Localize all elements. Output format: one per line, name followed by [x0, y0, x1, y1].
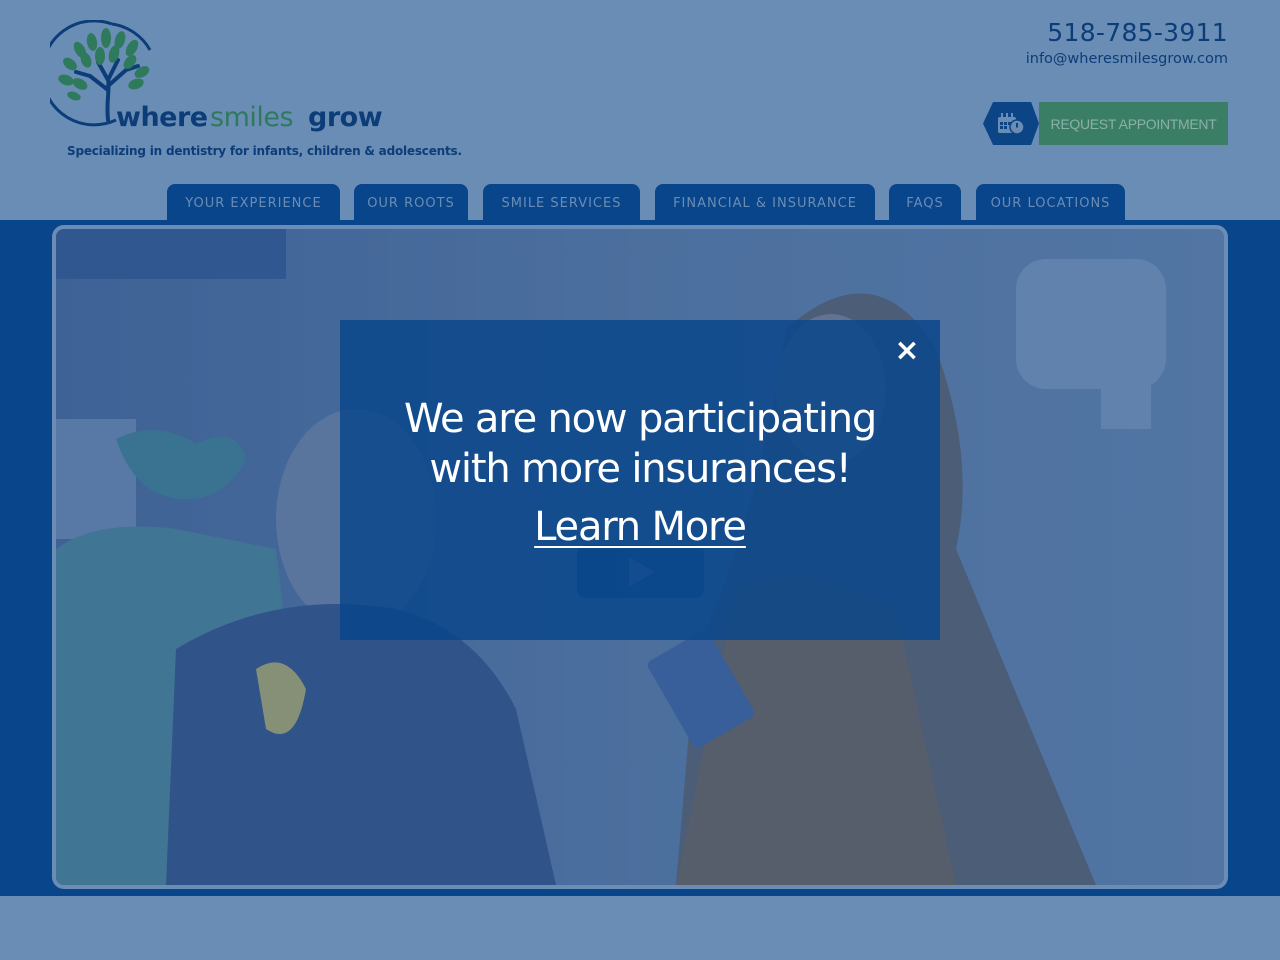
modal-heading-line2: with more insurances! — [429, 446, 851, 492]
nav-item-smile-services[interactable]: SMILE SERVICES — [483, 184, 640, 224]
logo-text-smiles: smiles — [210, 102, 294, 133]
logo-text-grow: grow — [308, 102, 383, 133]
calendar-clock-icon — [983, 102, 1039, 145]
close-icon[interactable]: × — [892, 336, 922, 366]
page-bottom-area — [0, 896, 1280, 960]
modal-heading: We are now participating with more insur… — [340, 394, 940, 494]
logo-text-where: where — [116, 102, 208, 133]
nav-item-our-locations[interactable]: OUR LOCATIONS — [976, 184, 1125, 224]
logo[interactable]: where smiles grow — [50, 20, 390, 135]
request-appointment-button[interactable]: REQUEST APPOINTMENT — [983, 102, 1228, 145]
email-link[interactable]: info@wheresmilesgrow.com — [1026, 51, 1228, 67]
nav-item-our-roots[interactable]: OUR ROOTS — [354, 184, 468, 224]
learn-more-link[interactable]: Learn More — [340, 504, 940, 550]
insurance-modal: × We are now participating with more ins… — [340, 320, 940, 640]
tagline: Specializing in dentistry for infants, c… — [67, 144, 462, 158]
main-nav: YOUR EXPERIENCE OUR ROOTS SMILE SERVICES… — [0, 184, 1280, 224]
nav-item-your-experience[interactable]: YOUR EXPERIENCE — [167, 184, 340, 224]
request-appointment-label: REQUEST APPOINTMENT — [1039, 102, 1228, 145]
nav-item-faqs[interactable]: FAQS — [889, 184, 961, 224]
nav-item-financial-insurance[interactable]: FINANCIAL & INSURANCE — [655, 184, 875, 224]
phone-number[interactable]: 518-785-3911 — [1047, 18, 1228, 47]
modal-heading-line1: We are now participating — [403, 396, 877, 442]
